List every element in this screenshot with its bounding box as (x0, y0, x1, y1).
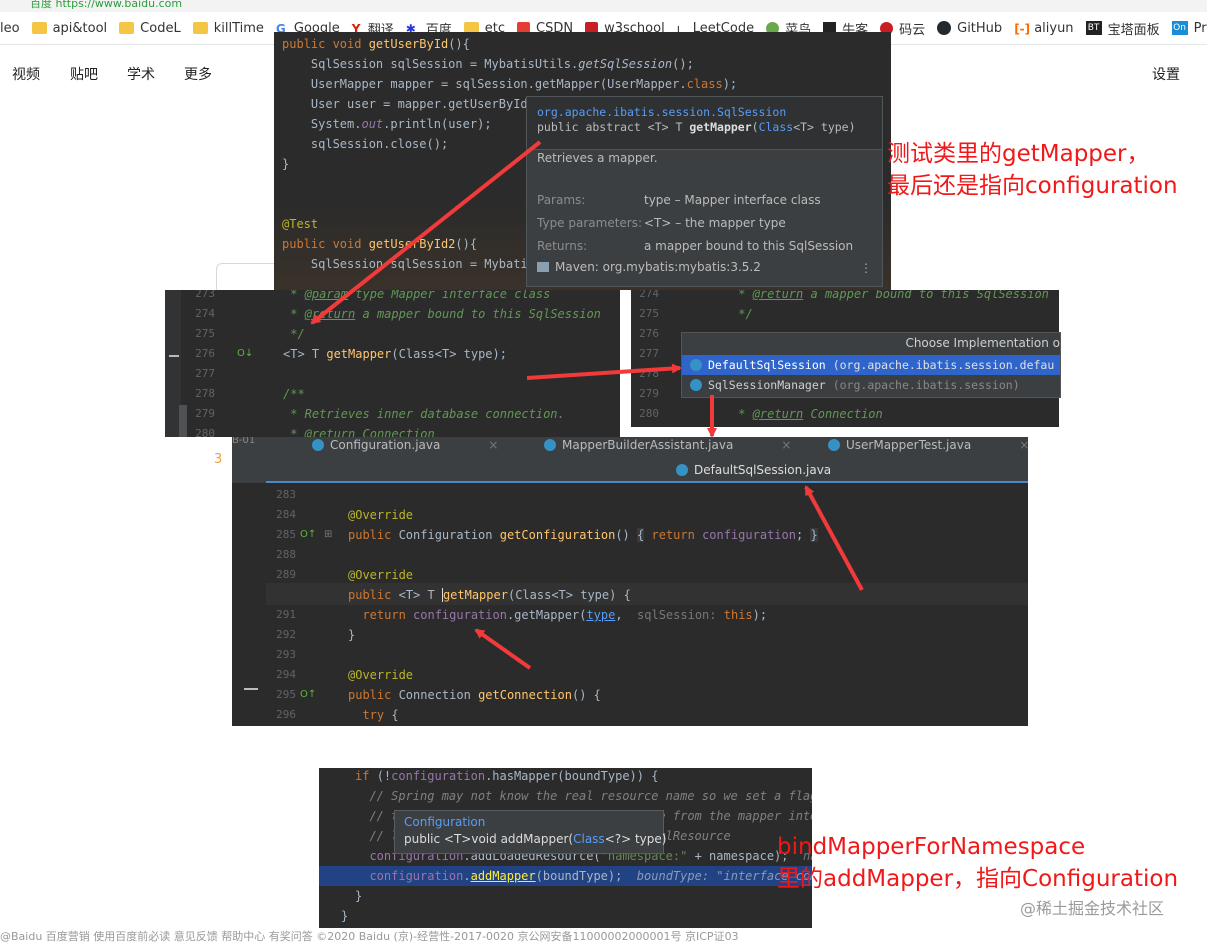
arrow-overlay (310, 140, 864, 670)
arrow-to-active-tab (804, 485, 864, 591)
arrow-doc-to-interface (310, 140, 542, 325)
arrow-interface-to-impl (526, 363, 682, 380)
arrow-to-configuration-call (474, 628, 532, 670)
